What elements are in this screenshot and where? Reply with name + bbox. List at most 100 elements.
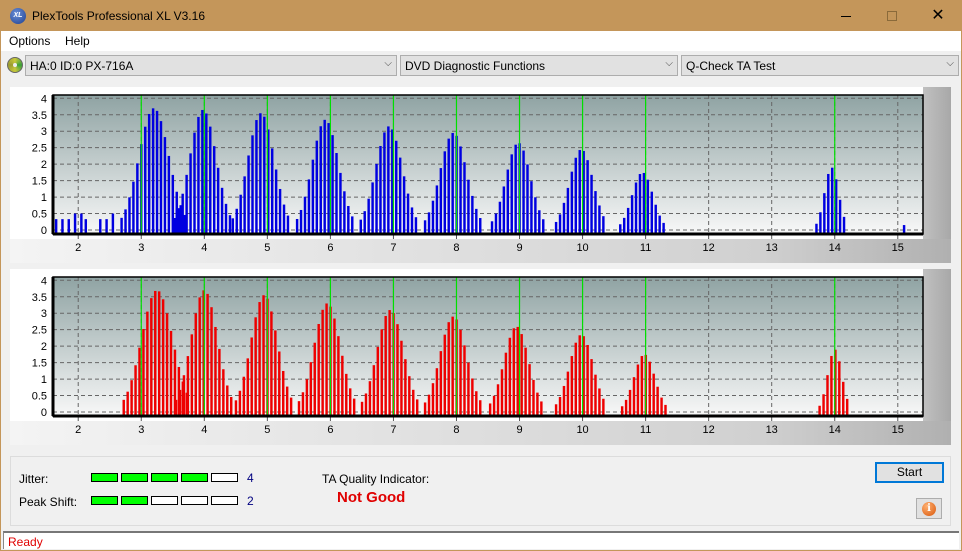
bar [286,215,290,234]
bar [372,365,376,416]
function-select[interactable]: DVD Diagnostic Functions ⌵ [400,55,678,76]
bar [319,126,322,234]
y-tick-label: 3 [41,126,47,138]
close-icon: ✕ [931,7,945,24]
bar [594,374,597,416]
function-select-value: DVD Diagnostic Functions [405,59,546,73]
bar [447,322,450,416]
menu-options[interactable]: Options [9,34,50,48]
bar [54,219,58,234]
bar [278,351,281,416]
bar [590,174,593,234]
bar [228,215,232,234]
y-tick-label: 0.5 [32,209,47,221]
info-button[interactable]: i [916,498,942,519]
bar [274,169,278,234]
bar [348,388,352,416]
jitter-segment [151,473,178,482]
bar [398,157,402,234]
bar [341,355,344,416]
bar [506,169,510,234]
bar [84,219,88,234]
x-tick-label: 4 [201,242,207,254]
bar [383,132,386,234]
bar [574,342,578,416]
start-button[interactable]: Start [875,462,944,483]
bar [630,195,634,234]
bar [467,362,470,416]
bar [451,132,454,234]
bar [205,113,208,234]
bar [558,214,562,234]
y-tick-label: 4 [41,93,47,105]
minimize-icon [841,15,851,17]
bar [475,208,478,234]
bar [658,215,661,234]
bar [662,222,665,234]
maximize-button[interactable] [869,1,915,31]
bar [327,123,330,234]
bar [636,364,640,416]
close-button[interactable]: ✕ [915,1,961,31]
bar [368,381,372,416]
minimize-button[interactable] [823,1,869,31]
bar [402,176,406,234]
x-tick-label: 5 [264,242,270,254]
bar [309,362,313,416]
bar [451,316,454,416]
bar [305,379,309,416]
bar [528,364,531,416]
bar [220,187,224,234]
bar [359,219,362,234]
bar [185,174,188,234]
bar [376,346,380,416]
bar [594,191,597,234]
bar [586,344,589,416]
bar [67,219,70,234]
bar [628,389,632,416]
bar [61,219,64,234]
bar [842,381,845,416]
bar [157,291,161,416]
bar [216,167,220,234]
x-tick-label: 14 [829,424,841,436]
x-tick-label: 10 [576,242,588,254]
test-select[interactable]: Q-Check TA Test ⌵ [681,55,959,76]
bar [174,399,178,416]
x-tick-label: 6 [327,242,333,254]
bar [146,311,149,416]
x-tick-label: 9 [516,424,522,436]
bar [586,160,589,234]
peak-shift-segment [211,496,238,505]
bar [167,155,171,234]
drive-select[interactable]: HA:0 ID:0 PX-716A ⌵ [25,55,397,76]
bar [838,199,842,234]
x-tick-label: 8 [453,242,459,254]
bar [367,198,370,234]
bar [502,186,506,234]
bar [578,150,581,234]
bar [514,144,517,234]
bar [122,399,125,416]
bar [435,185,439,234]
bar [343,191,346,234]
bar [147,113,151,234]
bar [558,396,562,416]
bar [230,396,233,416]
bar [128,197,131,234]
bar [439,168,443,234]
bar [498,201,502,234]
bar [198,297,201,416]
x-tick-label: 8 [453,424,459,436]
ta-quality-label: TA Quality Indicator: [322,472,430,486]
menu-bar: Options Help [1,31,961,51]
menu-help[interactable]: Help [65,34,90,48]
bar [463,345,466,416]
bar [345,373,348,416]
bar [396,324,399,416]
bar [177,208,180,234]
bar [562,202,566,234]
x-tick-label: 15 [892,424,904,436]
bar [423,220,427,234]
y-tick-label: 3.5 [32,110,47,122]
